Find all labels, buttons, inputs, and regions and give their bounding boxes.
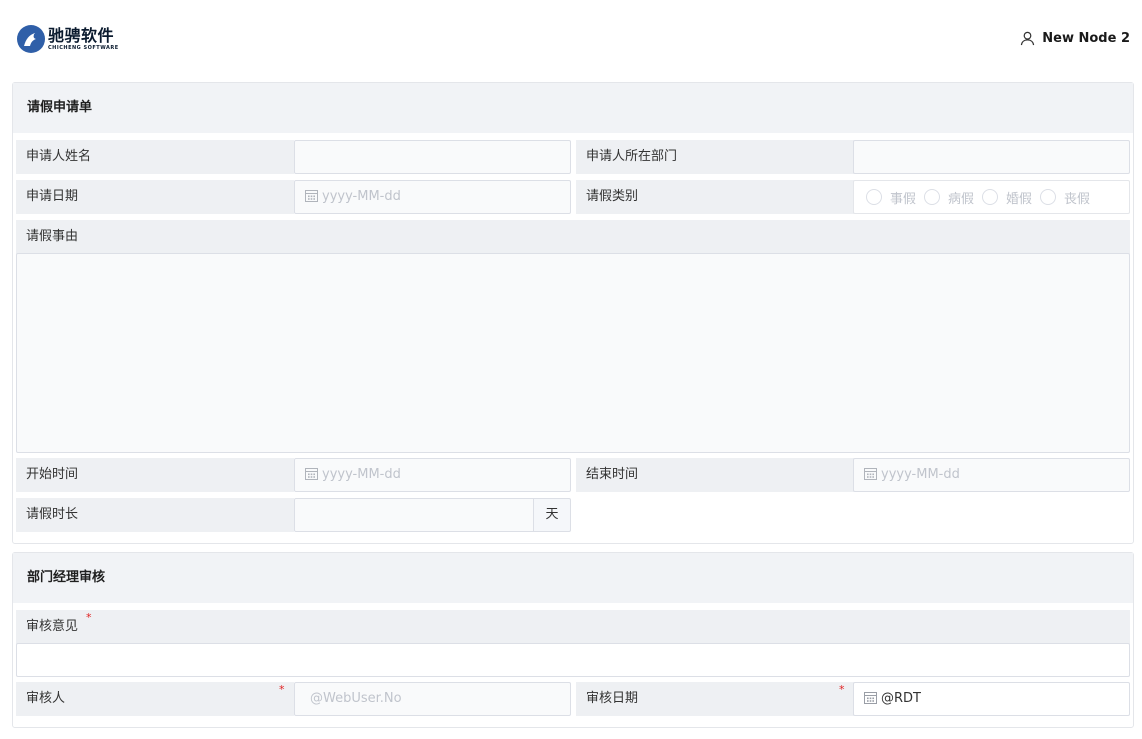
leave-type-option[interactable]: 事假 bbox=[866, 188, 916, 207]
header: 驰骋软件 CHICHENG SOFTWARE New Node 2 bbox=[0, 0, 1142, 80]
start-time-input[interactable]: yyyy-MM-dd bbox=[294, 458, 571, 492]
required-mark: * bbox=[86, 611, 92, 624]
required-mark: * bbox=[279, 683, 285, 696]
calendar-icon bbox=[864, 468, 877, 480]
applicant-name-label: 申请人姓名 bbox=[16, 140, 294, 174]
duration-input[interactable] bbox=[294, 498, 534, 532]
apply-date-label: 申请日期 bbox=[16, 180, 294, 214]
apply-date-input[interactable]: yyyy-MM-dd bbox=[294, 180, 571, 214]
opinion-input[interactable] bbox=[16, 643, 1130, 677]
applicant-name-input[interactable] bbox=[294, 140, 571, 174]
leave-type-option[interactable]: 丧假 bbox=[1040, 188, 1090, 207]
user-icon bbox=[1021, 31, 1035, 46]
leave-form-panel: 请假申请单 申请人姓名 申请人所在部门 申请日期 yyyy-MM-dd 请假类别… bbox=[12, 82, 1134, 544]
brand-name: 驰骋软件 bbox=[48, 25, 115, 45]
calendar-icon bbox=[864, 692, 877, 704]
apply-date-placeholder: yyyy-MM-dd bbox=[322, 189, 401, 204]
end-time-input[interactable]: yyyy-MM-dd bbox=[853, 458, 1130, 492]
duration-unit: 天 bbox=[533, 498, 571, 532]
opinion-label: 审核意见 * bbox=[16, 610, 1130, 644]
radio-icon bbox=[1040, 189, 1057, 205]
leave-type-option[interactable]: 病假 bbox=[924, 188, 974, 207]
review-date-label: 审核日期 * bbox=[576, 682, 854, 716]
review-panel: 部门经理审核 审核意见 * 审核人 * @WebUser.No 审核日期 * @… bbox=[12, 552, 1134, 728]
review-title: 部门经理审核 bbox=[13, 553, 1133, 603]
user-menu[interactable]: New Node 2 bbox=[1020, 31, 1130, 46]
user-name: New Node 2 bbox=[1042, 31, 1130, 46]
radio-icon bbox=[924, 189, 941, 205]
calendar-icon bbox=[305, 190, 318, 202]
reason-label: 请假事由 bbox=[16, 220, 1130, 254]
brand-logo: 驰骋软件 CHICHENG SOFTWARE bbox=[16, 24, 119, 54]
logo-horse-icon bbox=[17, 25, 45, 53]
leave-type-label: 请假类别 bbox=[576, 180, 854, 214]
leave-type-option[interactable]: 婚假 bbox=[982, 188, 1032, 207]
start-time-label: 开始时间 bbox=[16, 458, 294, 492]
reason-textarea[interactable] bbox=[16, 253, 1130, 453]
required-mark: * bbox=[839, 683, 845, 696]
department-label: 申请人所在部门 bbox=[576, 140, 854, 174]
radio-icon bbox=[866, 189, 882, 205]
radio-icon bbox=[982, 189, 999, 205]
leave-form-title: 请假申请单 bbox=[13, 83, 1133, 133]
end-time-placeholder: yyyy-MM-dd bbox=[881, 467, 960, 482]
reviewer-label: 审核人 * bbox=[16, 682, 294, 716]
duration-label: 请假时长 bbox=[16, 498, 294, 532]
brand-name-en: CHICHENG SOFTWARE bbox=[48, 44, 119, 51]
reviewer-input[interactable]: @WebUser.No bbox=[294, 682, 571, 716]
calendar-icon bbox=[305, 468, 318, 480]
review-date-value: @RDT bbox=[881, 691, 921, 706]
leave-type-radio-group: 事假 病假 婚假 丧假 bbox=[853, 180, 1130, 214]
end-time-label: 结束时间 bbox=[576, 458, 854, 492]
department-input[interactable] bbox=[853, 140, 1130, 174]
review-date-input[interactable]: @RDT bbox=[853, 682, 1130, 716]
start-time-placeholder: yyyy-MM-dd bbox=[322, 467, 401, 482]
